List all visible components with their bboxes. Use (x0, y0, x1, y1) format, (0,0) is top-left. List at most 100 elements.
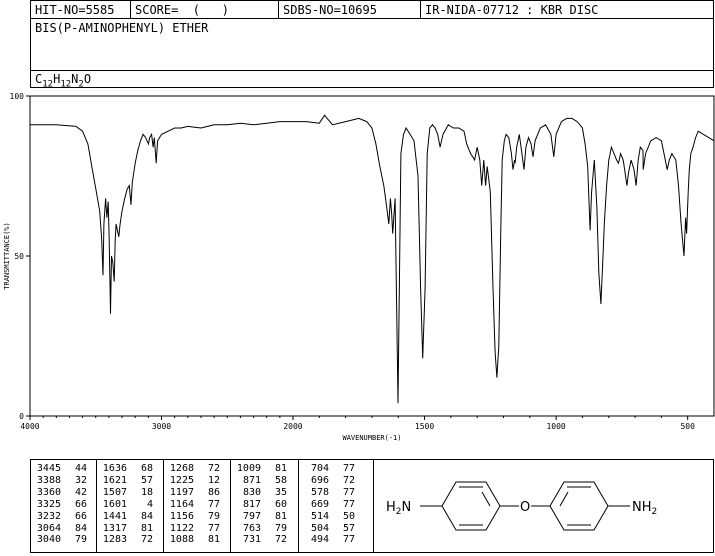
peak-transmittance: 4 (146, 498, 153, 510)
peak-wavenumber: 1441 (102, 510, 127, 522)
peak-column: 1636 68 1621 57 1507 18 1601 4 1441 84 1317 81 1283 7… (97, 460, 164, 552)
peak-row: 1621 57 (97, 475, 163, 487)
peak-row: 3232 66 (31, 511, 96, 523)
right-benzene-ring (549, 481, 609, 531)
peak-wavenumber: 1225 (169, 474, 194, 486)
peak-wavenumber: 1197 (169, 486, 194, 498)
peak-row: 704 77 (299, 463, 371, 475)
peak-transmittance: 42 (74, 486, 87, 498)
peak-transmittance: 32 (74, 474, 87, 486)
peak-transmittance: 77 (207, 498, 220, 510)
peak-row: 1441 84 (97, 511, 163, 523)
y-tick-label: 100 (10, 92, 25, 101)
peak-wavenumber: 1164 (169, 498, 194, 510)
peak-transmittance: 81 (140, 522, 153, 534)
x-tick-label: 2000 (283, 422, 302, 431)
left-benzene-ring (441, 481, 501, 531)
peak-transmittance: 77 (342, 463, 355, 474)
peak-transmittance: 18 (140, 486, 153, 498)
y-axis-label: TRANSMITTANCE(%) (3, 222, 11, 289)
x-axis-label: WAVENUMBER(-1) (342, 434, 401, 442)
peak-row: 1283 72 (97, 534, 163, 546)
peak-transmittance: 72 (207, 463, 220, 474)
peak-row: 817 60 (231, 499, 298, 511)
peak-transmittance: 35 (274, 486, 287, 498)
peak-transmittance: 57 (140, 474, 153, 486)
peak-wavenumber: 1507 (102, 486, 127, 498)
peak-wavenumber: 696 (310, 474, 329, 486)
peak-row: 763 79 (231, 523, 298, 535)
peak-wavenumber: 1009 (236, 463, 261, 474)
peak-transmittance: 84 (140, 510, 153, 522)
peak-transmittance: 84 (74, 522, 87, 534)
peak-transmittance: 81 (207, 534, 220, 546)
peak-row: 3445 44 (31, 463, 96, 475)
peak-wavenumber: 731 (242, 534, 261, 546)
peak-wavenumber: 830 (242, 486, 261, 498)
peak-row: 696 72 (299, 475, 371, 487)
peak-wavenumber: 1621 (102, 474, 127, 486)
peak-wavenumber: 3040 (36, 534, 61, 546)
peak-transmittance: 72 (274, 534, 287, 546)
peak-transmittance: 72 (140, 534, 153, 546)
x-tick-label: 4000 (20, 422, 39, 431)
peak-row: 830 35 (231, 487, 298, 499)
peak-wavenumber: 871 (242, 474, 261, 486)
peak-row: 1507 18 (97, 487, 163, 499)
peak-row: 871 58 (231, 475, 298, 487)
peak-row: 504 57 (299, 523, 371, 535)
peak-wavenumber: 797 (242, 510, 261, 522)
peak-row: 1197 86 (164, 487, 230, 499)
y-tick-label: 0 (19, 412, 24, 421)
peak-row: 1636 68 (97, 463, 163, 475)
peak-row: 3064 84 (31, 523, 96, 535)
peak-transmittance: 12 (207, 474, 220, 486)
peak-transmittance: 81 (274, 510, 287, 522)
peak-wavenumber: 669 (310, 498, 329, 510)
peak-row: 578 77 (299, 487, 371, 499)
molecule-structure: H2N O NH2 (386, 481, 657, 531)
peak-wavenumber: 1636 (102, 463, 127, 474)
peak-wavenumber: 1122 (169, 522, 194, 534)
peak-row: 1268 72 (164, 463, 230, 475)
peak-row: 797 81 (231, 511, 298, 523)
y-tick-label: 50 (14, 252, 24, 261)
peak-row: 1122 77 (164, 523, 230, 535)
peak-transmittance: 77 (342, 498, 355, 510)
peak-transmittance: 44 (74, 463, 87, 474)
peak-transmittance: 68 (140, 463, 153, 474)
peak-wavenumber: 1268 (169, 463, 194, 474)
peak-wavenumber: 504 (310, 522, 329, 534)
peak-transmittance: 79 (274, 522, 287, 534)
peak-transmittance: 79 (74, 534, 87, 546)
peak-column: 1009 81 871 58 830 35 817 60 797 81 763 79 731 72 (231, 460, 299, 552)
peak-row: 494 77 (299, 534, 371, 546)
right-amine-label: NH2 (632, 500, 657, 517)
structure-box: H2N O NH2 (373, 459, 714, 553)
x-tick-label: 3000 (152, 422, 171, 431)
peak-wavenumber: 1317 (102, 522, 127, 534)
peak-wavenumber: 3325 (36, 498, 61, 510)
peak-row: 3325 66 (31, 499, 96, 511)
peak-column: 1268 72 1225 12 1197 86 1164 77 1156 79 1122 77 1088… (164, 460, 231, 552)
peak-wavenumber: 1283 (102, 534, 127, 546)
peak-wavenumber: 704 (310, 463, 329, 474)
peak-wavenumber: 1088 (169, 534, 194, 546)
peak-wavenumber: 3360 (36, 486, 61, 498)
peak-row: 1164 77 (164, 499, 230, 511)
peak-transmittance: 58 (274, 474, 287, 486)
peak-wavenumber: 817 (242, 498, 261, 510)
ir-spectrum-chart: 4000 3000 2000 1500 1000 500 0 50 100 WAVENUMBER(… (3, 92, 715, 442)
peak-wavenumber: 3064 (36, 522, 61, 534)
peak-wavenumber: 3388 (36, 474, 61, 486)
peak-transmittance: 81 (274, 463, 287, 474)
x-tick-label: 1000 (546, 422, 565, 431)
peak-row: 3388 32 (31, 475, 96, 487)
peak-row: 1156 79 (164, 511, 230, 523)
peak-row: 1009 81 (231, 463, 298, 475)
peak-transmittance: 66 (74, 510, 87, 522)
ether-oxygen-label: O (520, 500, 530, 515)
peak-wavenumber: 1601 (102, 498, 127, 510)
peak-wavenumber: 578 (310, 486, 329, 498)
peak-row: 1317 81 (97, 523, 163, 535)
